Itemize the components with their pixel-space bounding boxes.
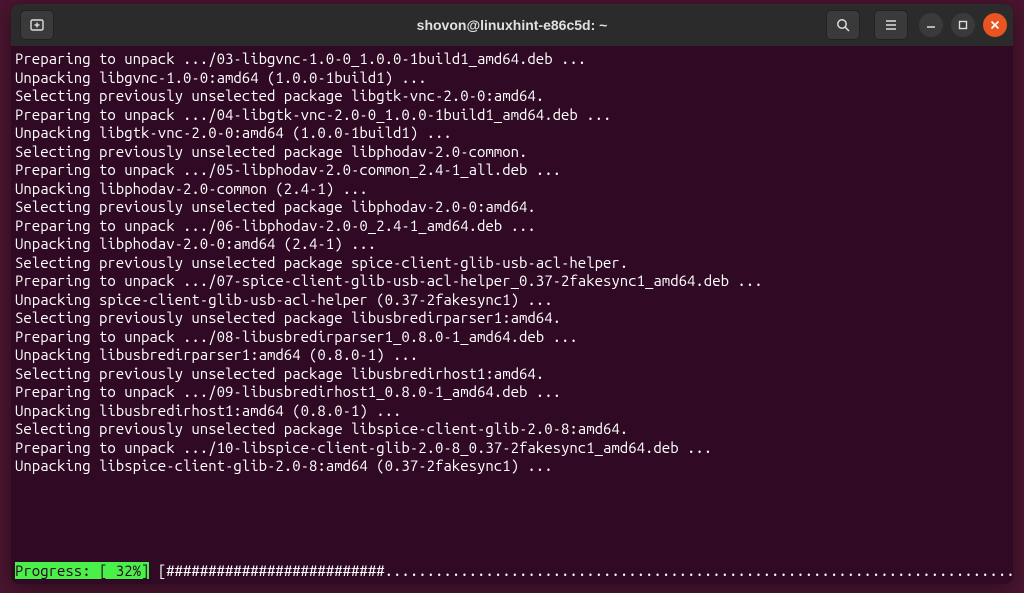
progress-label: Progress: [ 32%] xyxy=(15,562,149,579)
terminal-window: shovon@linuxhint-e86c5d: ~ Preparing to … xyxy=(11,4,1013,584)
new-tab-icon xyxy=(29,17,45,33)
terminal-area[interactable]: Preparing to unpack .../03-libgvnc-1.0-0… xyxy=(11,46,1013,584)
progress-bar: [##########################.............… xyxy=(158,562,1013,579)
search-button[interactable] xyxy=(826,10,860,40)
search-icon xyxy=(835,17,851,33)
maximize-button[interactable] xyxy=(951,13,975,37)
progress-line: Progress: [ 32%] [######################… xyxy=(15,562,1009,585)
menu-button[interactable] xyxy=(874,10,908,40)
close-icon xyxy=(990,20,1000,30)
titlebar: shovon@linuxhint-e86c5d: ~ xyxy=(11,4,1013,46)
terminal-output: Preparing to unpack .../03-libgvnc-1.0-0… xyxy=(15,50,1009,562)
minimize-button[interactable] xyxy=(919,13,943,37)
close-button[interactable] xyxy=(983,13,1007,37)
minimize-icon xyxy=(926,20,936,30)
new-tab-button[interactable] xyxy=(20,10,54,40)
hamburger-icon xyxy=(883,17,899,33)
maximize-icon xyxy=(958,20,968,30)
